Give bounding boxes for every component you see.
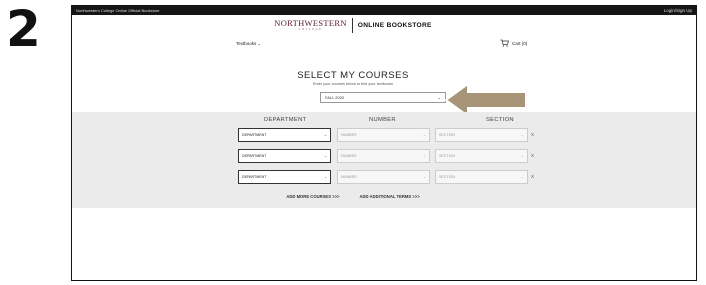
- section-select[interactable]: SECTION ⌄: [435, 170, 528, 184]
- department-select[interactable]: DEPARTMENT ⌄: [238, 170, 331, 184]
- brand-header: NORTHWESTERN COLLEGE ONLINE BOOKSTORE: [0, 18, 706, 33]
- cart-label: Cart (0): [512, 40, 528, 46]
- section-column-header: SECTION: [486, 117, 514, 123]
- number-value: NUMBER: [341, 133, 357, 137]
- page-subtitle: Enter your courses below to find your te…: [313, 82, 393, 86]
- department-value: DEPARTMENT: [242, 175, 267, 179]
- northwestern-logo[interactable]: NORTHWESTERN COLLEGE: [274, 19, 347, 31]
- chevron-down-icon: ⌄: [520, 154, 524, 158]
- logo-subtext: COLLEGE: [298, 27, 323, 31]
- section-value: SECTION: [439, 154, 455, 158]
- login-signup-link[interactable]: Login/Sign Up: [664, 8, 692, 13]
- chevron-down-icon: ⌄: [323, 133, 327, 137]
- chevron-down-icon: ⌄: [422, 133, 426, 137]
- chevron-down-icon: ⌄: [520, 133, 524, 137]
- page-title: SELECT MY COURSES: [297, 70, 409, 81]
- chevron-down-icon: ⌄: [422, 175, 426, 179]
- number-value: NUMBER: [341, 175, 357, 179]
- section-value: SECTION: [439, 133, 455, 137]
- chevron-down-icon: ⌄: [520, 175, 524, 179]
- number-select[interactable]: NUMBER ⌄: [337, 149, 430, 163]
- add-additional-terms-link[interactable]: ADD ADDITIONAL TERMS >>>: [360, 194, 420, 199]
- department-select[interactable]: DEPARTMENT ⌄: [238, 149, 331, 163]
- remove-row-button[interactable]: X: [531, 174, 534, 179]
- add-more-courses-link[interactable]: ADD MORE COURSES >>>: [286, 194, 339, 199]
- department-column-header: DEPARTMENT: [264, 117, 307, 123]
- department-value: DEPARTMENT: [242, 133, 267, 137]
- cart-icon: [500, 39, 509, 47]
- number-select[interactable]: NUMBER ⌄: [337, 128, 430, 142]
- textbooks-menu[interactable]: Textbooks ⌄: [236, 41, 261, 46]
- department-value: DEPARTMENT: [242, 154, 267, 158]
- number-select[interactable]: NUMBER ⌄: [337, 170, 430, 184]
- site-title: Northwestern College Online Official Boo…: [76, 8, 160, 13]
- remove-row-button[interactable]: X: [531, 153, 534, 158]
- term-value: FALL 2020: [325, 95, 345, 100]
- chevron-down-icon: ⌄: [422, 154, 426, 158]
- store-name: ONLINE BOOKSTORE: [357, 22, 432, 29]
- chevron-down-icon: ⌄: [257, 41, 261, 46]
- term-select[interactable]: FALL 2020 ⌄: [320, 92, 446, 103]
- number-column-header: NUMBER: [369, 117, 396, 123]
- logo-wordmark: NORTHWESTERN: [274, 18, 347, 29]
- textbooks-label: Textbooks: [236, 41, 257, 46]
- top-bar: Northwestern College Online Official Boo…: [72, 6, 696, 15]
- chevron-down-icon: ⌄: [323, 154, 327, 158]
- cart-link[interactable]: Cart (0): [500, 39, 527, 47]
- department-select[interactable]: DEPARTMENT ⌄: [238, 128, 331, 142]
- brand-divider: [351, 18, 353, 33]
- section-select[interactable]: SECTION ⌄: [435, 128, 528, 142]
- section-value: SECTION: [439, 175, 455, 179]
- chevron-down-icon: ⌄: [437, 95, 441, 100]
- remove-row-button[interactable]: X: [531, 132, 534, 137]
- number-value: NUMBER: [341, 154, 357, 158]
- course-actions: ADD MORE COURSES >>> ADD ADDITIONAL TERM…: [0, 194, 706, 199]
- section-select[interactable]: SECTION ⌄: [435, 149, 528, 163]
- chevron-down-icon: ⌄: [323, 175, 327, 179]
